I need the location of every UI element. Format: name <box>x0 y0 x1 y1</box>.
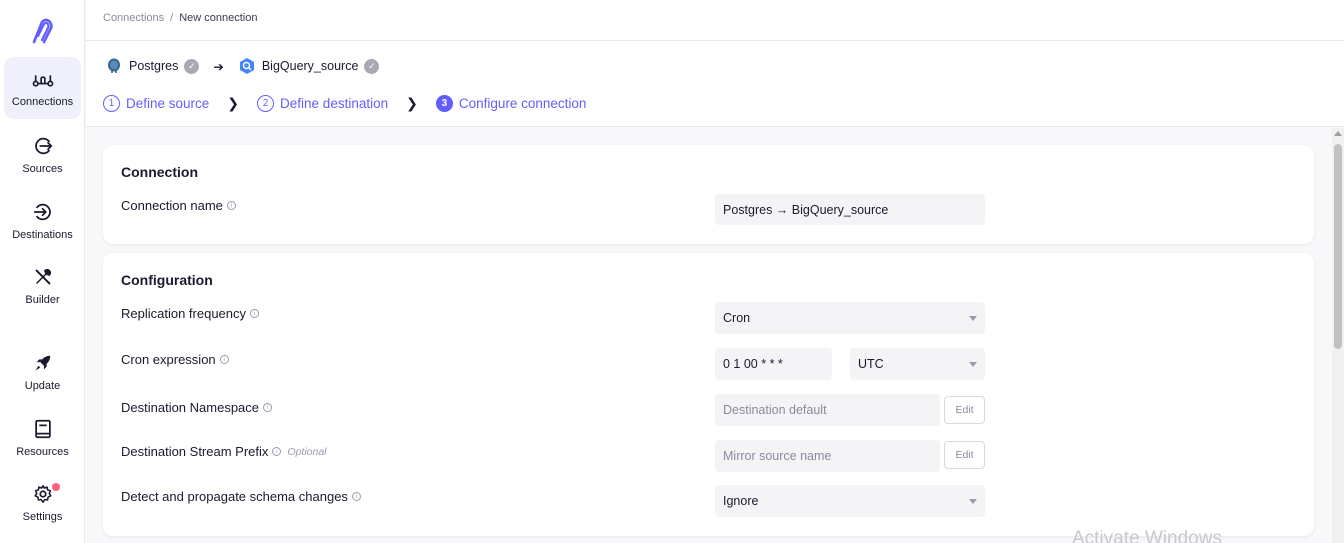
field-label-text: Detect and propagate schema changes <box>121 489 348 504</box>
scrollbar-thumb[interactable] <box>1334 144 1342 349</box>
destinations-icon <box>33 203 51 221</box>
sidebar: Connections Sources Destinations Builder… <box>0 0 85 543</box>
step-number: 3 <box>435 94 453 112</box>
sidebar-item-resources[interactable]: Resources <box>4 407 81 469</box>
step-number: 1 <box>103 94 120 112</box>
namespace-edit-button[interactable]: Edit <box>944 396 985 424</box>
sidebar-item-label: Update <box>24 380 61 392</box>
bigquery-icon <box>239 58 254 74</box>
breadcrumb: Connections / New connection <box>103 12 258 24</box>
header-divider <box>86 40 1344 41</box>
info-icon[interactable]: i <box>226 201 236 210</box>
configuration-card: Configuration Replication frequency i Cr… <box>103 253 1314 536</box>
verified-badge-icon: ✓ <box>184 58 200 74</box>
sidebar-item-connections[interactable]: Connections <box>4 57 81 119</box>
sidebar-item-label: Builder <box>25 294 60 306</box>
connection-name-value: Postgres → BigQuery_source <box>723 202 889 217</box>
chevron-right-icon: ❯ <box>406 94 418 111</box>
verified-badge-icon: ✓ <box>364 58 380 74</box>
destination-namespace-label: Destination Namespace i <box>121 400 273 415</box>
stepper: 1 Define source ❯ 2 Define destination ❯… <box>103 93 586 113</box>
destination-namespace-input[interactable]: Destination default <box>715 394 940 426</box>
postgres-icon <box>108 58 120 73</box>
schema-changes-label: Detect and propagate schema changes i <box>121 489 361 504</box>
sidebar-item-label: Connections <box>11 96 74 108</box>
configuration-section-title: Configuration <box>121 272 213 288</box>
activate-windows-watermark: Activate Windows <box>1072 528 1222 543</box>
step-label: Define source <box>126 95 210 111</box>
connection-name-input[interactable]: Postgres → BigQuery_source <box>715 194 985 225</box>
input-placeholder: Mirror source name <box>723 449 832 463</box>
step-number: 2 <box>257 94 275 112</box>
step-label: Define destination <box>280 95 389 111</box>
input-placeholder: Destination default <box>723 403 827 417</box>
route-arrow-icon: ➔ <box>213 59 224 74</box>
step-define-destination[interactable]: 2 Define destination <box>257 94 389 112</box>
timezone-select[interactable]: UTC <box>850 348 985 380</box>
sidebar-item-label: Resources <box>16 446 69 458</box>
chevron-right-icon: ❯ <box>227 94 240 111</box>
page-scrollbar[interactable] <box>1332 128 1344 543</box>
chevron-down-icon <box>969 362 977 367</box>
field-label-text: Connection name <box>121 198 223 213</box>
step-define-source[interactable]: 1 Define source <box>103 94 210 112</box>
cron-expression-input[interactable]: 0 1 00 * * * <box>715 348 832 380</box>
stream-prefix-edit-button[interactable]: Edit <box>944 441 985 469</box>
info-icon[interactable]: i <box>219 355 229 364</box>
sidebar-item-sources[interactable]: Sources <box>4 124 81 186</box>
breadcrumb-separator: / <box>170 12 174 24</box>
scroll-up-arrow-icon[interactable] <box>1334 131 1342 136</box>
cron-expression-value: 0 1 00 * * * <box>723 357 783 371</box>
chevron-down-icon <box>969 499 977 504</box>
connections-icon <box>32 75 53 87</box>
select-value: Cron <box>723 311 751 325</box>
replication-frequency-label: Replication frequency i <box>121 306 260 321</box>
field-label-text: Replication frequency <box>121 306 247 321</box>
optional-label: Optional <box>287 445 327 458</box>
breadcrumb-current: New connection <box>179 12 258 24</box>
breadcrumb-connections-link[interactable]: Connections <box>103 12 164 24</box>
connection-name-label: Connection name i <box>121 198 236 213</box>
info-icon[interactable]: i <box>351 492 361 501</box>
notification-badge <box>52 483 60 491</box>
sidebar-item-update[interactable]: Update <box>4 341 81 403</box>
sidebar-item-builder[interactable]: Builder <box>4 255 81 317</box>
sidebar-item-label: Settings <box>22 511 63 523</box>
sidebar-item-settings[interactable]: Settings <box>4 472 81 534</box>
field-label-text: Cron expression <box>121 352 216 367</box>
connection-route: Postgres ✓ ➔ BigQuery_source ✓ <box>105 55 380 77</box>
info-icon[interactable]: i <box>250 309 260 318</box>
sources-icon <box>34 137 52 155</box>
select-value: UTC <box>858 357 884 371</box>
source-name: Postgres <box>129 59 179 73</box>
cron-expression-label: Cron expression i <box>121 352 229 367</box>
destination-name: BigQuery_source <box>261 59 359 73</box>
connection-section-title: Connection <box>121 164 198 180</box>
builder-icon <box>35 268 51 285</box>
sidebar-item-label: Destinations <box>12 229 73 241</box>
destination-stream-prefix-input[interactable]: Mirror source name <box>715 440 940 472</box>
book-icon <box>34 419 51 439</box>
info-icon[interactable]: i <box>272 447 282 456</box>
airbyte-logo-icon[interactable] <box>26 16 58 48</box>
connection-card: Connection Connection name i Postgres → … <box>103 145 1314 244</box>
page-header: Connections / New connection Postgres ✓ … <box>86 0 1344 127</box>
select-value: Ignore <box>723 494 759 508</box>
step-label: Configure connection <box>458 95 587 111</box>
replication-frequency-select[interactable]: Cron <box>715 302 985 334</box>
step-configure-connection[interactable]: 3 Configure connection <box>435 94 587 112</box>
schema-changes-select[interactable]: Ignore <box>715 485 985 517</box>
field-label-text: Destination Stream Prefix <box>121 444 269 459</box>
sidebar-item-label: Sources <box>22 163 63 175</box>
sidebar-item-destinations[interactable]: Destinations <box>4 190 81 252</box>
gear-icon <box>33 484 52 504</box>
chevron-down-icon <box>969 316 977 321</box>
rocket-icon <box>35 355 50 371</box>
info-icon[interactable]: i <box>263 403 273 412</box>
destination-stream-prefix-label: Destination Stream Prefix i Optional <box>121 444 327 459</box>
field-label-text: Destination Namespace <box>121 400 260 415</box>
